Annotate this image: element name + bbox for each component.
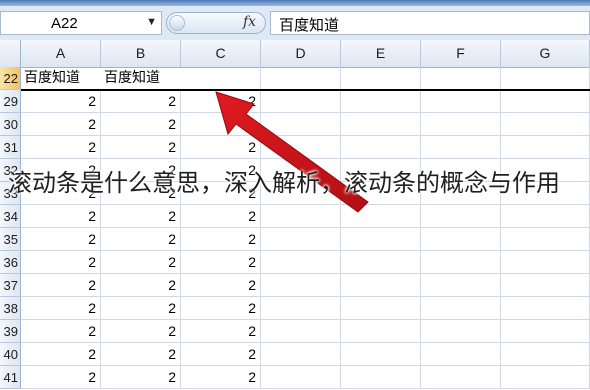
overlay-caption: 滚动条是什么意思，深入解析，滚动条的概念与作用 [8,169,560,197]
